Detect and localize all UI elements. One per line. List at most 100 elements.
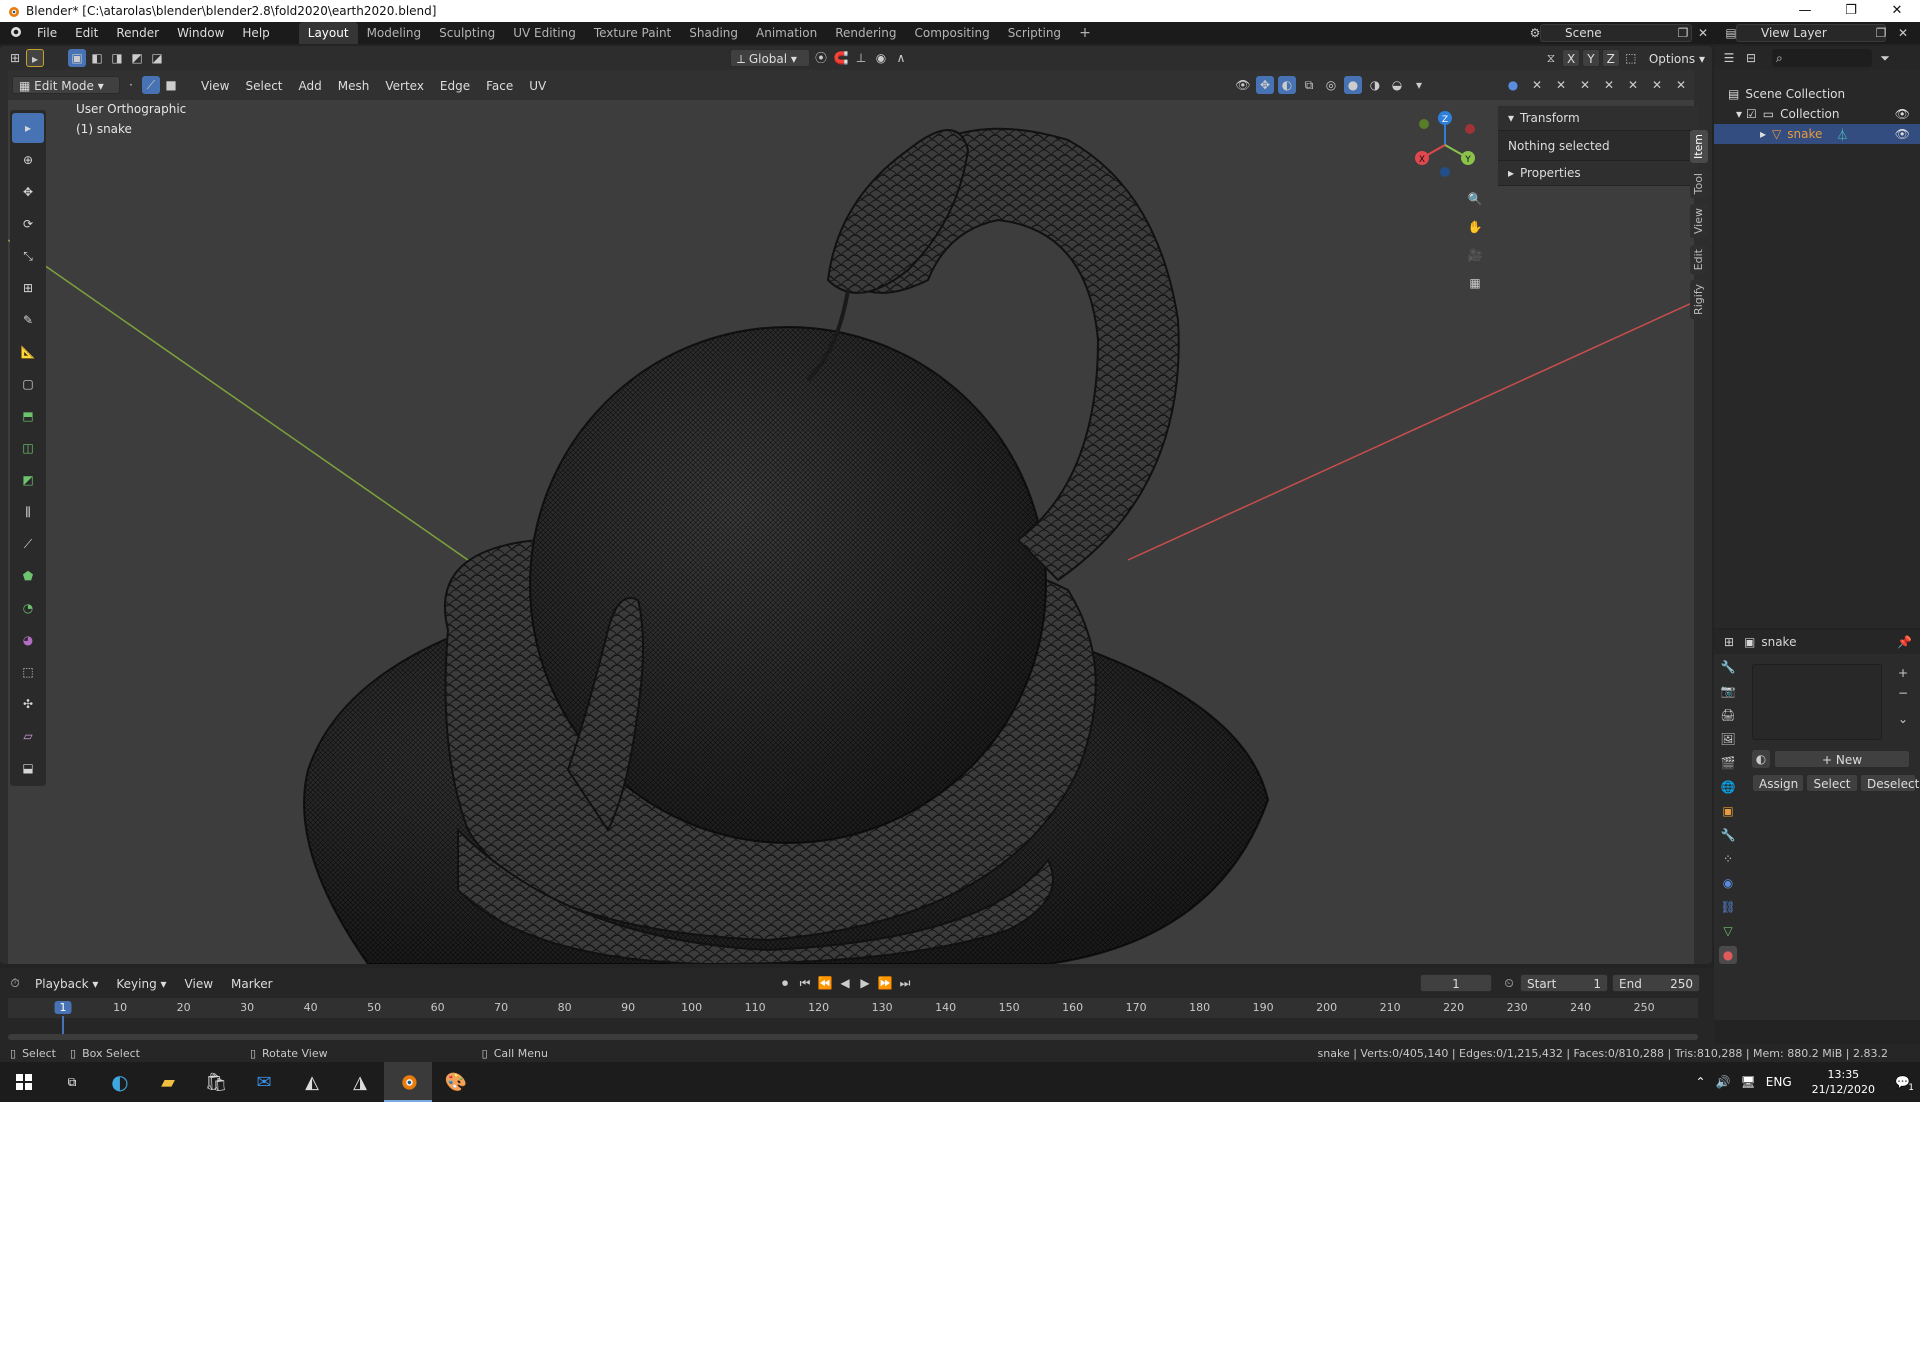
mode-subtract-icon[interactable]: ◨: [108, 49, 126, 67]
windows-start-icon[interactable]: [0, 1062, 48, 1102]
menu-edit[interactable]: Edit: [66, 22, 107, 44]
scene-props-icon[interactable]: 🎬: [1719, 754, 1737, 772]
language-indicator[interactable]: ENG: [1766, 1075, 1792, 1089]
mail-icon[interactable]: ✉: [240, 1062, 288, 1102]
menu-face[interactable]: Face: [479, 76, 520, 94]
tray-chevron-icon[interactable]: ⌃: [1696, 1075, 1706, 1089]
menu-render[interactable]: Render: [107, 22, 168, 44]
material-props-icon[interactable]: ●: [1719, 946, 1737, 964]
new-view-layer-icon[interactable]: ❐: [1872, 24, 1890, 42]
pan-hand-icon[interactable]: ✋: [1466, 218, 1484, 236]
physics-props-icon[interactable]: ◉: [1719, 874, 1737, 892]
camera-view-icon[interactable]: 🎥: [1466, 246, 1484, 264]
menu-window[interactable]: Window: [168, 22, 233, 44]
material-shading-icon[interactable]: ◑: [1366, 76, 1384, 94]
timeline-scrollbar[interactable]: [8, 1034, 1698, 1040]
transform-tool-icon[interactable]: ⊞: [12, 273, 44, 303]
topology-mirror-icon[interactable]: ⬚: [1622, 49, 1640, 67]
view-layer-props-icon[interactable]: 🖼: [1719, 730, 1737, 748]
mode-new-icon[interactable]: ▣: [68, 49, 86, 67]
select-button[interactable]: Select: [1806, 774, 1858, 792]
outliner-row-collection[interactable]: ▾ ☑ ▭ Collection 👁: [1714, 104, 1920, 124]
particles-props-icon[interactable]: ⁘: [1719, 850, 1737, 868]
proportional-edit-icon[interactable]: ◉: [872, 49, 890, 67]
add-slot-icon[interactable]: +: [1894, 664, 1912, 682]
modifier-props-icon[interactable]: 🔧: [1719, 826, 1737, 844]
perspective-grid-icon[interactable]: ▦: [1466, 274, 1484, 292]
loop-cut-tool-icon[interactable]: ⫼: [12, 497, 44, 527]
prev-keyframe-icon[interactable]: ⏪: [816, 974, 834, 992]
constraints-props-icon[interactable]: ⛓: [1719, 898, 1737, 916]
close-button[interactable]: ✕: [1874, 0, 1920, 22]
tab-edit[interactable]: Edit: [1690, 244, 1708, 274]
extrude-tool-icon[interactable]: ⬒: [12, 401, 44, 431]
unity-hub-icon[interactable]: ◮: [336, 1062, 384, 1102]
task-view-icon[interactable]: ⧉: [48, 1062, 96, 1102]
assign-button[interactable]: Assign: [1752, 774, 1804, 792]
paint-app-icon[interactable]: 🎨: [432, 1062, 480, 1102]
tab-sculpting[interactable]: Sculpting: [430, 22, 504, 44]
menu-keying[interactable]: Keying ▾: [109, 974, 173, 992]
filter-icon[interactable]: ⏷: [1876, 49, 1894, 67]
tab-modeling[interactable]: Modeling: [358, 22, 431, 44]
menu-mesh[interactable]: Mesh: [331, 76, 377, 94]
menu-uv[interactable]: UV: [522, 76, 553, 94]
mirror-x-toggle[interactable]: X: [1562, 49, 1581, 67]
menu-add[interactable]: Add: [292, 76, 329, 94]
tab-scripting[interactable]: Scripting: [999, 22, 1070, 44]
restore-button[interactable]: ❐: [1828, 0, 1874, 22]
menu-view[interactable]: View: [194, 76, 236, 94]
tab-uv-editing[interactable]: UV Editing: [504, 22, 585, 44]
material-browse-icon[interactable]: ◐: [1752, 750, 1770, 768]
edge-slide-tool-icon[interactable]: ⬚: [12, 657, 44, 687]
select-tool-icon[interactable]: ▸: [26, 49, 44, 67]
xray-toggle-icon[interactable]: ⧉: [1300, 76, 1318, 94]
material-slots-list[interactable]: [1752, 664, 1882, 740]
viewport-canvas[interactable]: ▦ Edit Mode ▾ · ⟋ ■ View Select Add Mesh…: [8, 70, 1698, 964]
close-x-icon-2[interactable]: ✕: [1552, 76, 1570, 94]
tab-shading[interactable]: Shading: [680, 22, 747, 44]
menu-playback[interactable]: Playback ▾: [28, 974, 105, 992]
menu-timeline-view[interactable]: View: [178, 974, 220, 992]
close-x-icon-6[interactable]: ✕: [1648, 76, 1666, 94]
delete-scene-icon[interactable]: ✕: [1694, 24, 1712, 42]
menu-file[interactable]: File: [28, 22, 66, 44]
jump-start-icon[interactable]: ⏮: [796, 974, 814, 992]
data-props-icon[interactable]: ▽: [1719, 922, 1737, 940]
deselect-button[interactable]: Deselect: [1860, 774, 1919, 792]
outliner-row-scene-collection[interactable]: ▤ Scene Collection: [1714, 84, 1920, 104]
menu-vertex[interactable]: Vertex: [378, 76, 431, 94]
annotate-tool-icon[interactable]: ✎: [12, 305, 44, 335]
visibility-icon[interactable]: 👁: [1234, 76, 1252, 94]
rotate-tool-icon[interactable]: ⟳: [12, 209, 44, 239]
tab-item[interactable]: Item: [1690, 130, 1708, 164]
new-scene-icon[interactable]: ❐: [1674, 24, 1692, 42]
shrink-fatten-tool-icon[interactable]: ✣: [12, 689, 44, 719]
close-x-icon-3[interactable]: ✕: [1576, 76, 1594, 94]
tab-view[interactable]: View: [1690, 204, 1708, 239]
end-frame-field[interactable]: End 250: [1612, 974, 1700, 992]
current-frame-field[interactable]: 1: [1420, 974, 1492, 992]
tool-props-icon[interactable]: 🔧: [1719, 658, 1737, 676]
record-icon[interactable]: ⏺: [776, 974, 794, 992]
eye-icon[interactable]: 👁: [1895, 127, 1910, 141]
tab-texture-paint[interactable]: Texture Paint: [585, 22, 680, 44]
close-x-icon-1[interactable]: ✕: [1528, 76, 1546, 94]
render-props-icon[interactable]: 📷: [1719, 682, 1737, 700]
editor-type-icon[interactable]: ⊞: [6, 49, 24, 67]
tab-animation[interactable]: Animation: [747, 22, 826, 44]
tab-tool[interactable]: Tool: [1690, 169, 1708, 199]
poly-build-tool-icon[interactable]: ⬟: [12, 561, 44, 591]
menu-select[interactable]: Select: [238, 76, 289, 94]
snap-icon[interactable]: 🧲: [832, 49, 850, 67]
vertex-select-icon[interactable]: ·: [122, 76, 140, 94]
mode-dropdown[interactable]: ▦ Edit Mode ▾: [12, 76, 120, 94]
blender-taskbar-icon[interactable]: [384, 1062, 432, 1102]
menu-marker[interactable]: Marker: [224, 974, 279, 992]
properties-editor-icon[interactable]: ⊞: [1720, 633, 1738, 651]
next-keyframe-icon[interactable]: ⏩: [876, 974, 894, 992]
blender-menu-icon[interactable]: [6, 24, 24, 42]
timeline-editor-icon[interactable]: ⏱: [6, 974, 24, 992]
slot-menu-icon[interactable]: ⌄: [1894, 710, 1912, 728]
start-frame-field[interactable]: Start 1: [1520, 974, 1608, 992]
